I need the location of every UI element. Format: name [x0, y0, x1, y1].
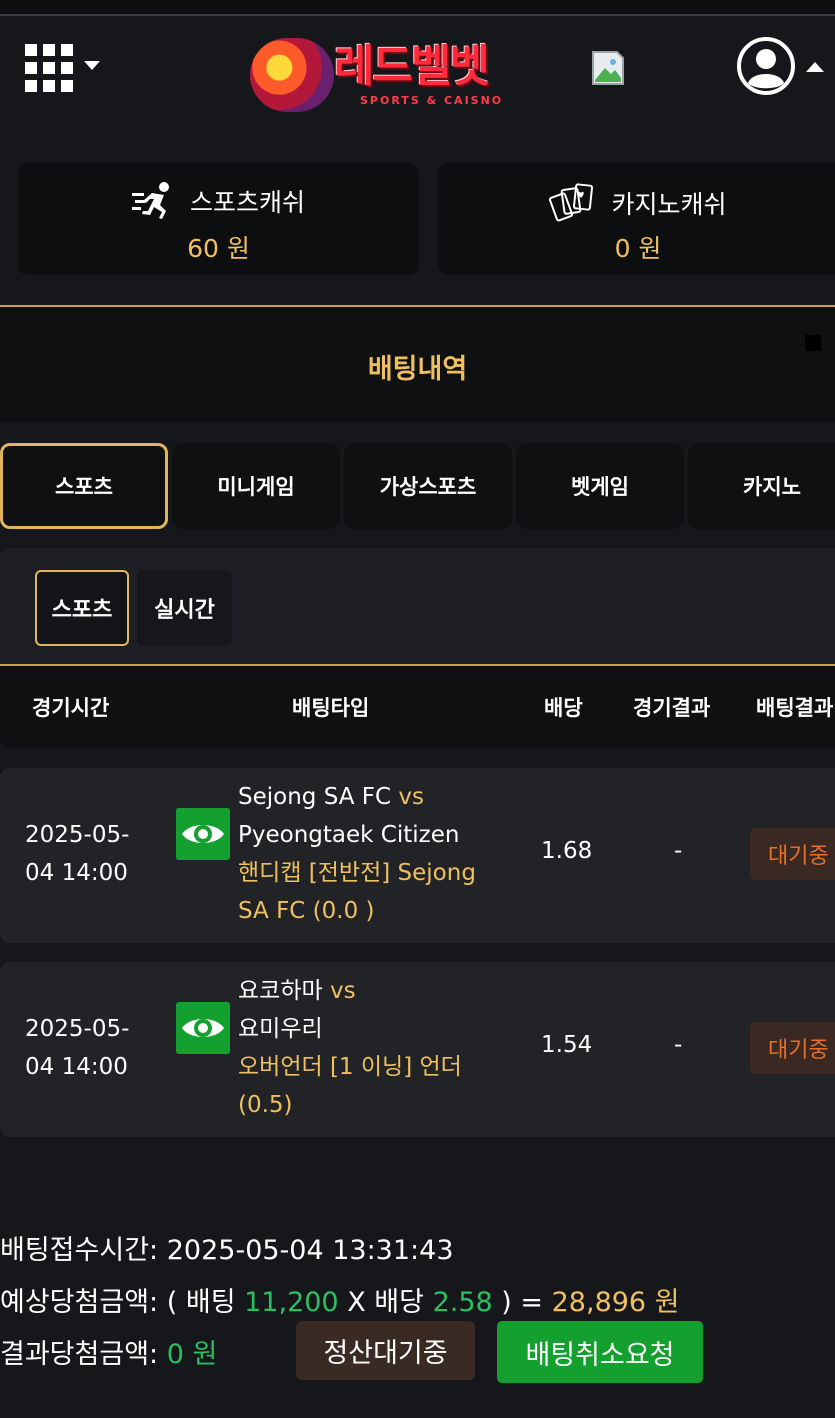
- eye-icon[interactable]: [176, 808, 230, 860]
- tab-casino[interactable]: 카지노: [688, 443, 835, 529]
- bet-time-label: 배팅접수시간:: [0, 1235, 159, 1266]
- eye-icon[interactable]: [176, 1002, 230, 1054]
- square-icon: [805, 335, 821, 351]
- table-header: 경기시간 배팅타입 배당 경기결과 배팅결과: [0, 666, 835, 748]
- match-date: 2025-05-: [25, 822, 130, 848]
- header: 레드벨벳 SPORTS & CAISNO: [0, 16, 835, 126]
- match-date: 2025-05-: [25, 1016, 130, 1042]
- logo-text: 레드벨벳: [334, 41, 490, 92]
- bet-time-line: 배팅접수시간: 2025-05-04 13:31:43: [0, 1228, 454, 1267]
- sports-cash-value: 60 원: [187, 234, 250, 263]
- grid-menu-icon[interactable]: [25, 44, 73, 92]
- expected-open: ( 배팅: [166, 1287, 236, 1318]
- home-team: Sejong SA FC: [238, 784, 392, 810]
- tab-betgame[interactable]: 벳게임: [516, 443, 684, 529]
- match-result: -: [674, 838, 683, 864]
- expected-close: ) =: [501, 1287, 544, 1318]
- tab-sports[interactable]: 스포츠: [0, 443, 168, 529]
- bet-detail: 핸디캡 [전반전] Sejong: [238, 860, 476, 886]
- caret-down-icon[interactable]: [84, 61, 100, 70]
- expected-win-value: 28,896 원: [551, 1287, 680, 1318]
- column-header-time: 경기시간: [32, 696, 110, 720]
- tab-minigame[interactable]: 미니게임: [172, 443, 340, 529]
- casino-cash-label: 카지노캐쉬: [611, 190, 727, 219]
- bet-amount: 11,200: [244, 1287, 339, 1318]
- match-hour: 04 14:00: [25, 1054, 128, 1080]
- home-team: 요코하마: [238, 978, 323, 1004]
- category-tabs: 스포츠 미니게임 가상스포츠 벳게임 카지노: [0, 443, 835, 529]
- vs-label: vs: [398, 784, 424, 810]
- status-badge: 대기중: [750, 1022, 835, 1074]
- settlement-pending-button[interactable]: 정산대기중: [296, 1321, 475, 1380]
- expected-win-line: 예상당첨금액: ( 배팅 11,200 X 배당 2.58 ) = 28,896…: [0, 1280, 680, 1319]
- match-result: -: [674, 1032, 683, 1058]
- expected-win-label: 예상당첨금액:: [0, 1287, 159, 1318]
- betting-history-panel: 배팅내역: [0, 307, 835, 423]
- broken-image-icon: [592, 51, 624, 85]
- column-header-match-result: 경기결과: [633, 696, 711, 720]
- cancel-bet-request-button[interactable]: 배팅취소요청: [497, 1321, 703, 1383]
- casino-cash-value: 0 원: [614, 234, 662, 263]
- column-header-bet-type: 배팅타입: [292, 696, 370, 720]
- site-logo[interactable]: 레드벨벳 SPORTS & CAISNO: [248, 24, 526, 116]
- table-row: 2025-05- 04 14:00 요코하마 vs 요미우리 오버언더 [1 이…: [0, 962, 835, 1137]
- page-title: 배팅내역: [367, 354, 468, 385]
- bet-type: Sejong SA FC vs Pyeongtaek Citizen 핸디캡 […: [238, 778, 498, 930]
- match-time: 2025-05- 04 14:00: [25, 1010, 145, 1086]
- bet-detail: 오버언더 [1 이닝] 언더: [238, 1054, 462, 1080]
- subtab-panel: 스포츠 실시간: [0, 548, 835, 664]
- logo-subtitle: SPORTS & CAISNO: [360, 94, 504, 107]
- result-win-label: 결과당첨금액:: [0, 1339, 159, 1370]
- result-win-line: 결과당첨금액: 0 원: [0, 1332, 217, 1371]
- logo-badge: [250, 38, 334, 112]
- bet-time-value: 2025-05-04 13:31:43: [166, 1235, 454, 1266]
- subtab-live[interactable]: 실시간: [137, 570, 232, 646]
- sports-cash-card[interactable]: 스포츠캐쉬 60 원: [18, 163, 419, 275]
- bet-detail-cont: SA FC (0.0 ): [238, 898, 375, 924]
- away-team: Pyeongtaek Citizen: [238, 822, 460, 848]
- odds-value: 1.68: [541, 838, 593, 864]
- status-badge: 대기중: [750, 828, 835, 880]
- match-time: 2025-05- 04 14:00: [25, 816, 145, 892]
- odds-value: 1.54: [541, 1032, 593, 1058]
- subtab-sports[interactable]: 스포츠: [35, 570, 129, 646]
- table-row: 2025-05- 04 14:00 Sejong SA FC vs Pyeong…: [0, 768, 835, 943]
- running-icon: [131, 182, 169, 219]
- result-win-value: 0 원: [166, 1339, 218, 1370]
- match-hour: 04 14:00: [25, 860, 128, 886]
- status-bar: [0, 0, 835, 14]
- casino-cash-card[interactable]: 카지노캐쉬 0 원: [438, 163, 835, 275]
- column-header-odds: 배당: [544, 696, 583, 720]
- sports-cash-label: 스포츠캐쉬: [189, 188, 305, 217]
- bet-type: 요코하마 vs 요미우리 오버언더 [1 이닝] 언더 (0.5): [238, 972, 498, 1124]
- total-odds: 2.58: [432, 1287, 493, 1318]
- bet-detail-cont: (0.5): [238, 1092, 293, 1118]
- column-header-bet-result: 배팅결과: [756, 696, 834, 720]
- cards-icon: [549, 183, 594, 222]
- caret-up-icon[interactable]: [806, 62, 824, 72]
- user-account-icon[interactable]: [736, 36, 796, 96]
- vs-label: vs: [329, 978, 356, 1004]
- x-odds-label: X 배당: [347, 1287, 424, 1318]
- away-team: 요미우리: [238, 1016, 323, 1042]
- tab-virtual-sports[interactable]: 가상스포츠: [344, 443, 512, 529]
